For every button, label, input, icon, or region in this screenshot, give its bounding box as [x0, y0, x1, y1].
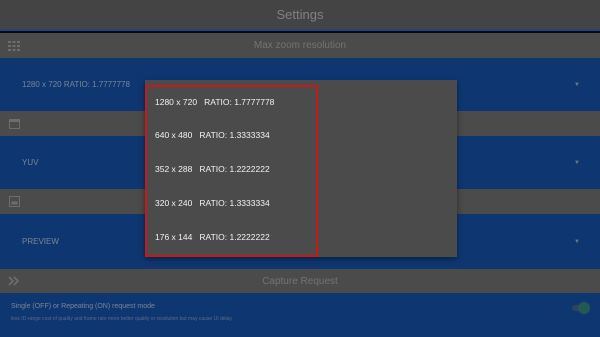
dropdown-item[interactable]: 640 x 480 RATIO: 1.3333334 — [155, 130, 270, 140]
dropdown-item[interactable]: 352 x 288 RATIO: 1.2222222 — [155, 164, 270, 174]
dropdown-item[interactable]: 320 x 240 RATIO: 1.3333334 — [155, 198, 270, 208]
dropdown-item[interactable]: 176 x 144 RATIO: 1.2222222 — [155, 232, 270, 242]
resolution-dropdown-menu: 1280 x 720 RATIO: 1.7777778 640 x 480 RA… — [145, 80, 457, 257]
dropdown-item[interactable]: 1280 x 720 RATIO: 1.7777778 — [155, 97, 274, 107]
